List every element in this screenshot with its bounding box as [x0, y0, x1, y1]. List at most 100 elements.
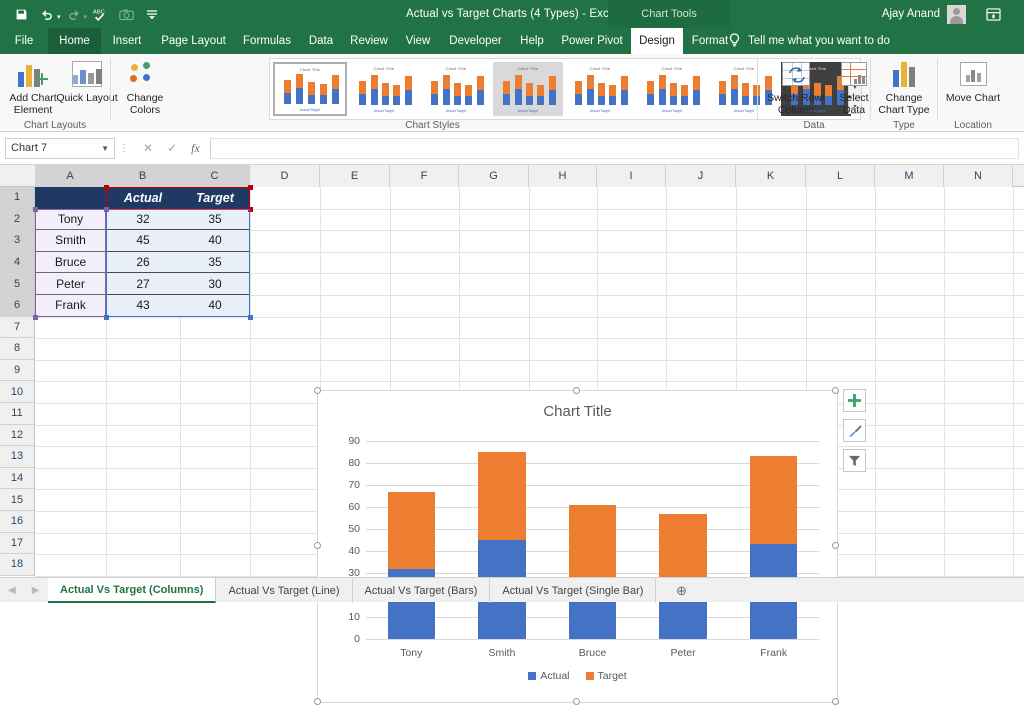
ribbon-tab-power-pivot[interactable]: Power Pivot [553, 28, 631, 54]
column-header-K[interactable]: K [736, 165, 806, 187]
sheet-nav-arrows[interactable]: ◀ ▶ [8, 578, 39, 603]
chart-style-option-3[interactable]: Chart TitleActual Target [421, 62, 491, 116]
column-header-M[interactable]: M [875, 165, 944, 187]
account-area[interactable]: Ajay Anand [882, 0, 966, 28]
chart-bar-smith[interactable] [478, 452, 526, 639]
column-header-I[interactable]: I [597, 165, 666, 187]
cell-a3[interactable]: Smith [35, 230, 106, 252]
bar-segment-target[interactable] [750, 456, 798, 544]
resize-handle-sw[interactable] [314, 698, 321, 705]
formula-input[interactable] [210, 138, 1019, 159]
bar-segment-target[interactable] [659, 514, 707, 580]
formula-bar-grip[interactable]: ⋮ [115, 143, 133, 154]
chart-style-option-5[interactable]: Chart TitleActual Target [565, 62, 635, 116]
chart-object[interactable]: Chart Title 0102030405060708090 TonySmit… [317, 390, 838, 703]
change-chart-type-button[interactable]: Change Chart Type [873, 57, 935, 116]
ribbon-tab-page-layout[interactable]: Page Layout [153, 28, 234, 54]
column-header-G[interactable]: G [459, 165, 529, 187]
chart-bar-tony[interactable] [388, 492, 436, 639]
legend-item-target[interactable]: Target [586, 670, 627, 682]
ribbon-display-options-icon[interactable] [984, 5, 1002, 23]
row-header-4[interactable]: 4 [0, 252, 35, 274]
chart-style-option-1[interactable]: Chart TitleActual Target [273, 62, 347, 116]
ribbon-tab-file[interactable]: File [0, 28, 48, 54]
cell-b2[interactable]: 32 [106, 209, 180, 231]
row-header-2[interactable]: 2 [0, 209, 35, 231]
row-header-8[interactable]: 8 [0, 338, 35, 360]
column-header-B[interactable]: B [106, 165, 180, 187]
row-header-1[interactable]: 1 [0, 187, 35, 209]
ribbon-tab-home[interactable]: Home [48, 28, 101, 54]
name-box-dropdown-icon[interactable]: ▼ [101, 144, 109, 153]
ribbon-tab-design[interactable]: Design [631, 28, 683, 54]
save-icon[interactable] [8, 1, 34, 27]
cancel-icon[interactable]: ✕ [143, 141, 153, 155]
ribbon-tab-formulas[interactable]: Formulas [234, 28, 300, 54]
chart-side-buttons[interactable] [843, 389, 869, 479]
avatar[interactable] [947, 5, 966, 24]
tell-me-box[interactable]: Tell me what you want to do [728, 28, 890, 54]
cell-c6[interactable]: 40 [180, 295, 250, 317]
row-header-12[interactable]: 12 [0, 425, 35, 447]
column-header-L[interactable]: L [806, 165, 875, 187]
chart-style-option-4[interactable]: Chart TitleActual Target [493, 62, 563, 116]
row-header-18[interactable]: 18 [0, 554, 35, 576]
chart-bar-bruce[interactable] [569, 505, 617, 639]
ribbon-tab-insert[interactable]: Insert [101, 28, 153, 54]
change-colors-button[interactable]: Change Colors [114, 57, 176, 116]
chart-bars[interactable] [366, 441, 819, 639]
row-header-5[interactable]: 5 [0, 273, 35, 295]
chart-bar-frank[interactable] [750, 456, 798, 639]
row-header-9[interactable]: 9 [0, 360, 35, 382]
chart-elements-button[interactable] [843, 389, 866, 412]
row-header-11[interactable]: 11 [0, 403, 35, 425]
column-header-N[interactable]: N [944, 165, 1013, 187]
sheet-tab-2[interactable]: Actual Vs Target (Line) [216, 578, 352, 603]
row-header-13[interactable]: 13 [0, 446, 35, 468]
move-chart-button[interactable]: Move Chart [942, 57, 1004, 104]
cell-b5[interactable]: 27 [106, 273, 180, 295]
cell-b1[interactable]: Actual [106, 187, 180, 209]
column-header-A[interactable]: A [35, 165, 106, 187]
cell-c1[interactable]: Target [180, 187, 250, 209]
column-header-H[interactable]: H [529, 165, 597, 187]
switch-row-column-button[interactable]: Switch Row/ Column [760, 57, 832, 116]
row-header-14[interactable]: 14 [0, 468, 35, 490]
cell-a2[interactable]: Tony [35, 209, 106, 231]
spelling-icon[interactable]: ABC [87, 1, 113, 27]
resize-handle-e[interactable] [832, 542, 839, 549]
ribbon-tab-view[interactable]: View [396, 28, 440, 54]
column-header-E[interactable]: E [320, 165, 390, 187]
ribbon-tab-review[interactable]: Review [342, 28, 396, 54]
row-header-3[interactable]: 3 [0, 230, 35, 252]
name-box[interactable]: Chart 7 ▼ [5, 138, 115, 159]
resize-handle-w[interactable] [314, 542, 321, 549]
chart-legend[interactable]: Actual Target [318, 670, 837, 682]
cell-a5[interactable]: Peter [35, 273, 106, 295]
chart-style-option-2[interactable]: Chart TitleActual Target [349, 62, 419, 116]
quick-layout-button[interactable]: Quick Layout [56, 57, 118, 104]
resize-handle-se[interactable] [832, 698, 839, 705]
row-header-16[interactable]: 16 [0, 511, 35, 533]
column-header-D[interactable]: D [250, 165, 320, 187]
insert-function-icon[interactable]: fx [191, 141, 200, 156]
sheet-tab-4[interactable]: Actual Vs Target (Single Bar) [490, 578, 656, 603]
bar-segment-target[interactable] [388, 492, 436, 569]
cell-b3[interactable]: 45 [106, 230, 180, 252]
customize-qat-icon[interactable] [139, 1, 165, 27]
row-header-15[interactable]: 15 [0, 489, 35, 511]
ribbon-tab-help[interactable]: Help [511, 28, 553, 54]
row-header-17[interactable]: 17 [0, 533, 35, 555]
legend-item-actual[interactable]: Actual [528, 670, 569, 682]
chart-styles-button[interactable] [843, 419, 866, 442]
bar-segment-target[interactable] [478, 452, 526, 540]
add-sheet-button[interactable]: ⊕ [664, 578, 699, 603]
row-header-7[interactable]: 7 [0, 317, 35, 339]
chart-filters-button[interactable] [843, 449, 866, 472]
cell-b6[interactable]: 43 [106, 295, 180, 317]
sheet-next-icon[interactable]: ▶ [32, 585, 40, 596]
cell-b4[interactable]: 26 [106, 252, 180, 274]
cell-a1[interactable] [35, 187, 106, 209]
resize-handle-ne[interactable] [832, 387, 839, 394]
cell-a6[interactable]: Frank [35, 295, 106, 317]
